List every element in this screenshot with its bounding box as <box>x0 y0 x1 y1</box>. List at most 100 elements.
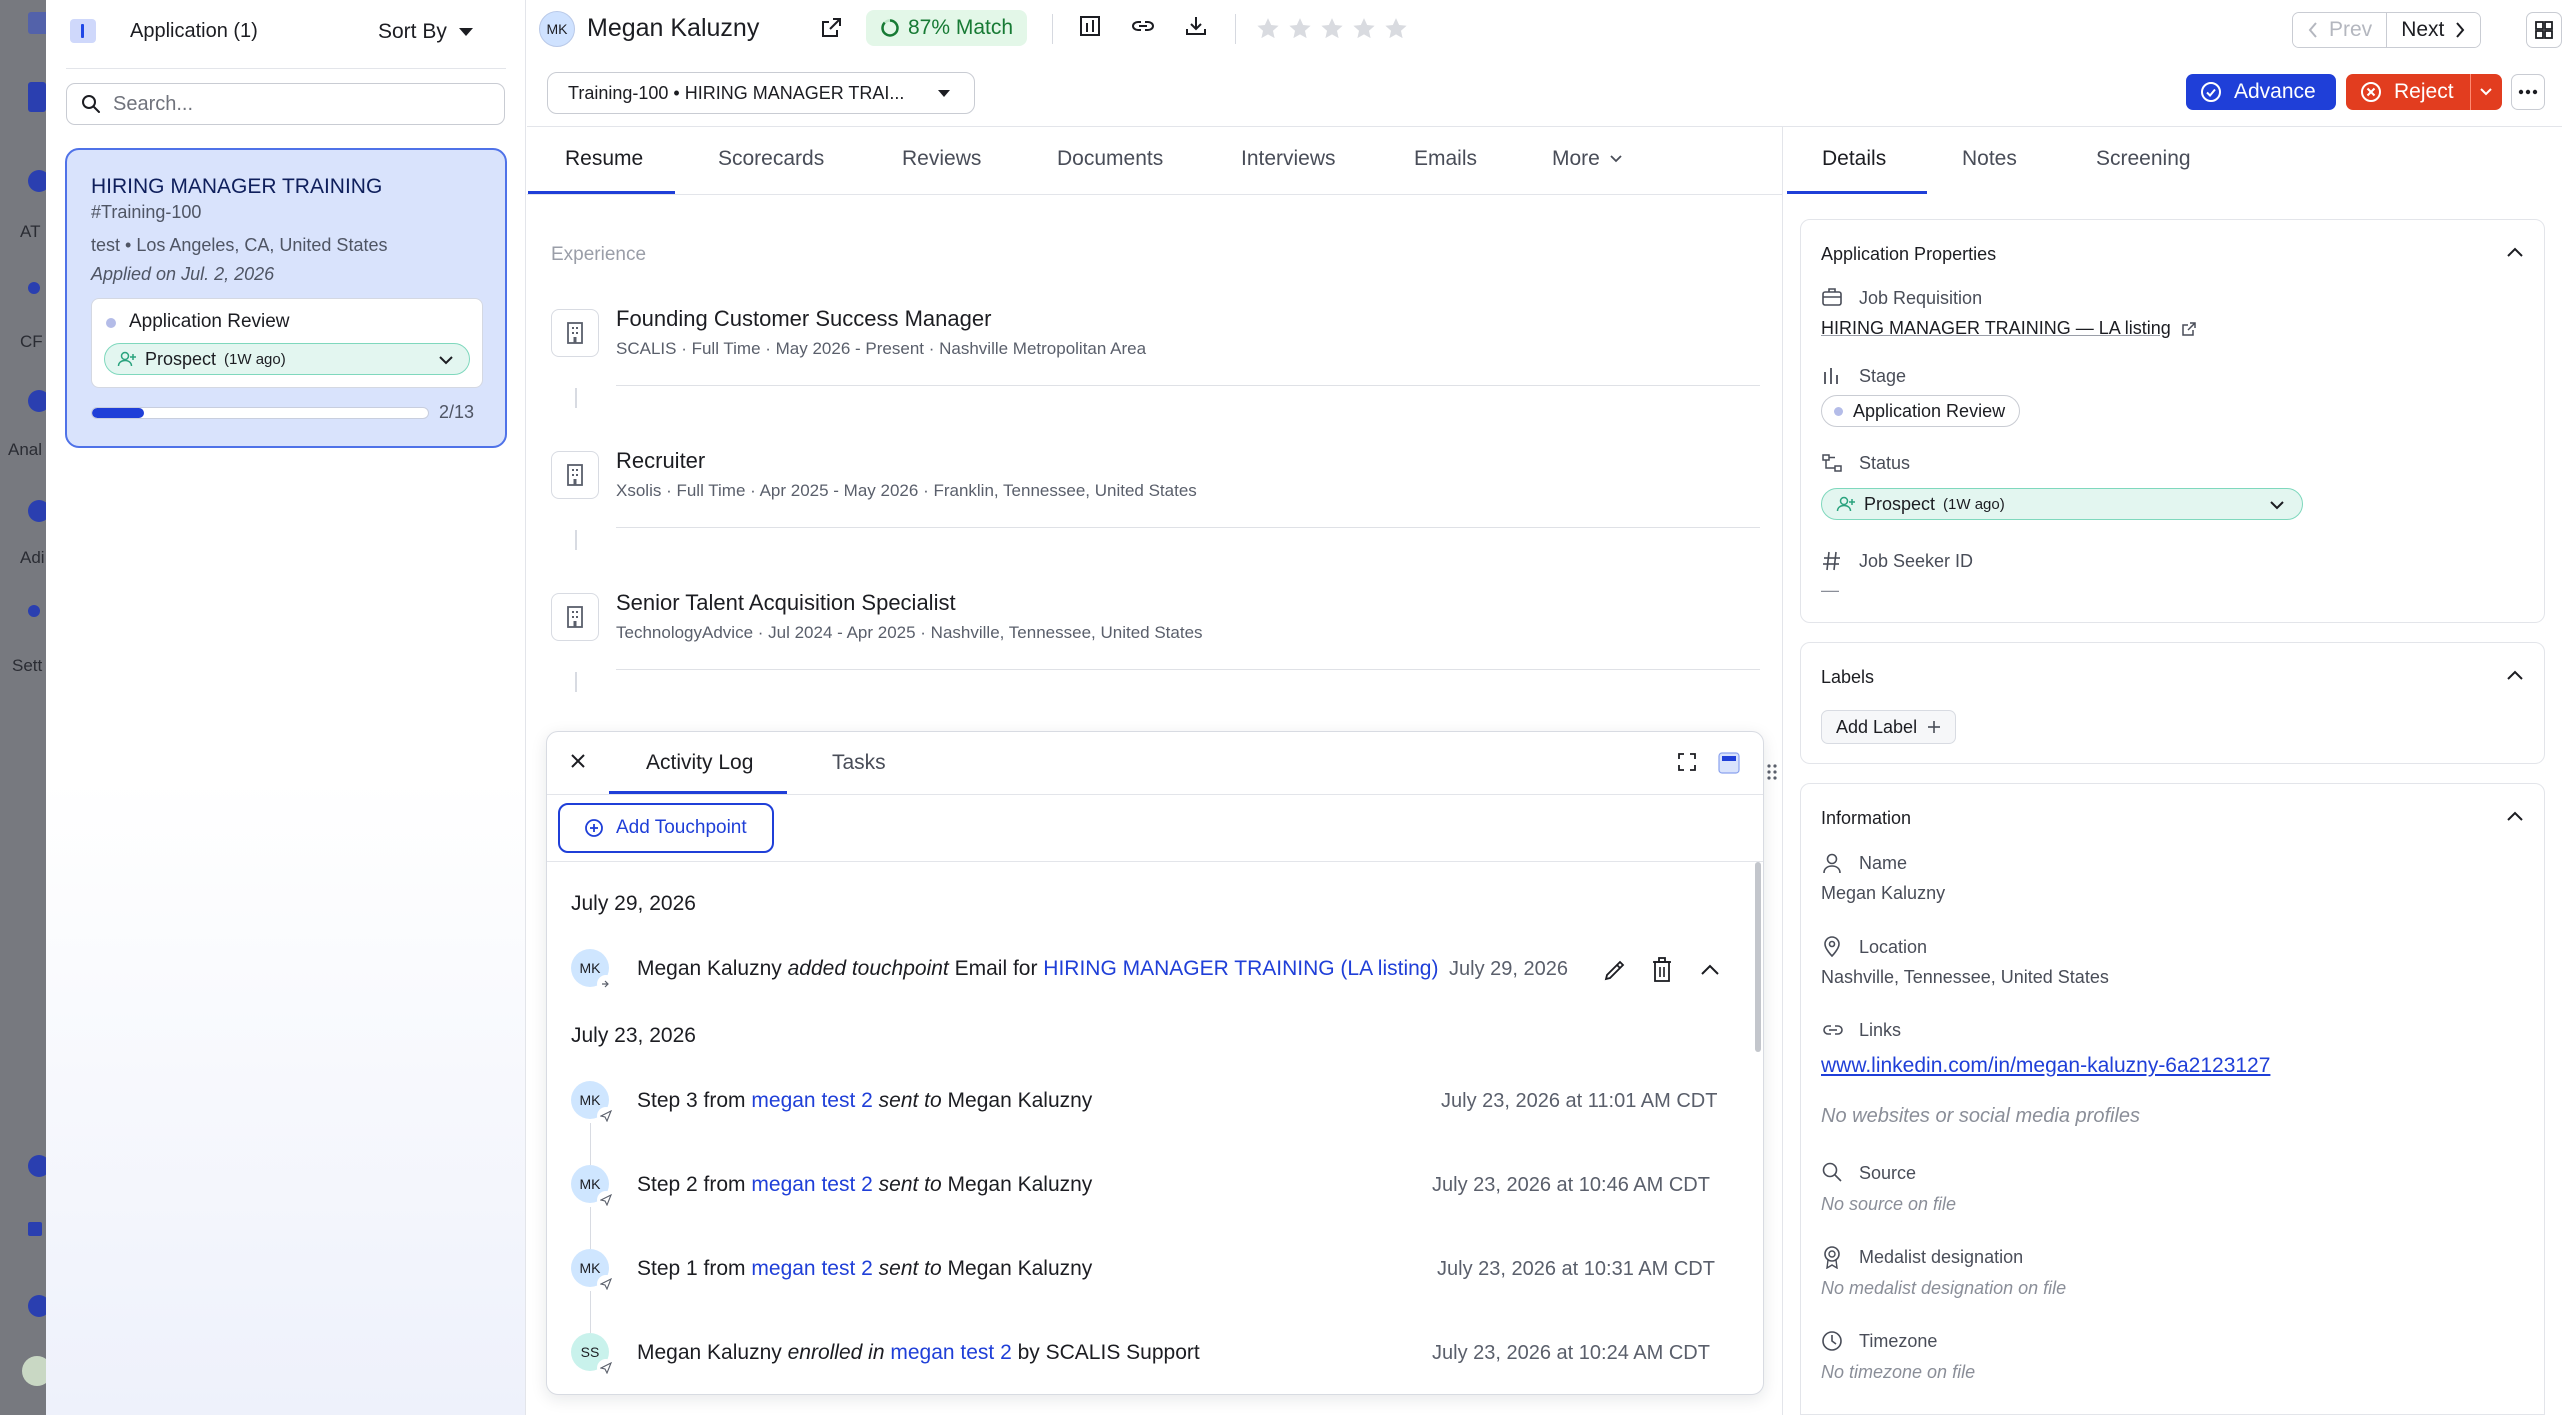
experience-heading: Experience <box>551 244 647 265</box>
entry-avatar: MK <box>571 1249 615 1293</box>
download-icon[interactable] <box>1185 15 1207 37</box>
add-label-button[interactable]: Add Label <box>1821 710 1957 744</box>
divider <box>616 385 1760 386</box>
entry-actor: Step 3 from <box>637 1089 746 1112</box>
tab-emails[interactable]: Emails <box>1414 147 1477 171</box>
activity-date-heading: July 23, 2026 <box>571 1024 696 1047</box>
job-requisition-link[interactable]: HIRING MANAGER TRAINING — LA listing <box>1821 318 2197 339</box>
chevron-up-icon[interactable] <box>2506 246 2524 258</box>
settings-icon <box>28 605 40 617</box>
stage-progress-bar <box>91 407 429 419</box>
list-icon <box>70 19 96 43</box>
entry-avatar-initials: MK <box>579 1260 601 1276</box>
external-link-icon[interactable] <box>819 16 843 40</box>
chevron-up-icon[interactable] <box>1698 960 1722 980</box>
building-icon <box>551 593 599 641</box>
experience-meta: TechnologyAdvice · Jul 2024 - Apr 2025 ·… <box>616 623 1203 642</box>
application-card[interactable]: HIRING MANAGER TRAINING #Training-100 te… <box>65 148 507 448</box>
prev-label: Prev <box>2329 18 2373 41</box>
tab-activity-log[interactable]: Activity Log <box>646 751 753 775</box>
tab-tasks[interactable]: Tasks <box>832 751 886 775</box>
entry-verb: sent to <box>878 1257 942 1280</box>
search-input[interactable] <box>113 92 473 116</box>
close-icon[interactable] <box>569 752 587 770</box>
tab-details[interactable]: Details <box>1822 147 1886 171</box>
stage-dot-icon <box>1834 406 1843 416</box>
star-icon[interactable] <box>1287 16 1313 42</box>
star-icon[interactable] <box>1255 16 1281 42</box>
activity-scrollbar[interactable] <box>1755 862 1761 1052</box>
card-job-title: HIRING MANAGER TRAINING <box>91 175 383 198</box>
tab-reviews[interactable]: Reviews <box>902 147 981 171</box>
external-link-icon <box>2181 321 2196 336</box>
reject-options-toggle[interactable] <box>2469 74 2502 110</box>
chevron-up-icon[interactable] <box>2506 810 2524 822</box>
status-dropdown[interactable]: Prospect (1W ago) <box>1821 488 2303 520</box>
tab-documents[interactable]: Documents <box>1057 147 1163 171</box>
more-actions-button[interactable] <box>2511 74 2545 110</box>
application-properties-card: Application Properties Job Requisition H… <box>1800 219 2545 623</box>
reject-main[interactable]: Reject <box>2346 74 2470 110</box>
chevron-up-icon[interactable] <box>2506 669 2524 681</box>
tab-scorecards[interactable]: Scorecards <box>718 147 824 171</box>
tab-resume[interactable]: Resume <box>565 147 643 171</box>
entry-sequence-link[interactable]: megan test 2 <box>890 1341 1011 1364</box>
chart-icon[interactable] <box>1079 15 1101 37</box>
entry-actor: Step 2 from <box>637 1173 746 1196</box>
field-label: Job Requisition <box>1859 288 1983 308</box>
trash-icon[interactable] <box>1651 957 1673 983</box>
entry-avatar-initials: SS <box>580 1344 600 1360</box>
tab-interviews[interactable]: Interviews <box>1241 147 1336 171</box>
divider <box>1782 126 1783 1415</box>
application-select[interactable]: Training-100 • HIRING MANAGER TRAI... <box>547 72 975 114</box>
stage-progress-count: 2/13 <box>439 402 475 422</box>
next-button[interactable]: Next <box>2386 13 2481 47</box>
entry-sequence-link[interactable]: megan test 2 <box>751 1257 872 1280</box>
status-value: Prospect <box>1864 493 1936 514</box>
stage-value: Application Review <box>1853 400 2006 421</box>
star-icon[interactable] <box>1319 16 1345 42</box>
expand-icon[interactable] <box>1677 752 1697 772</box>
candidate-header: MK Megan Kaluzny 87% Match Prev Next <box>527 0 2562 62</box>
add-touchpoint-button[interactable]: Add Touchpoint <box>558 803 774 853</box>
link-icon[interactable] <box>1130 15 1156 37</box>
entry-sequence-link[interactable]: megan test 2 <box>751 1173 872 1196</box>
tab-more[interactable]: More <box>1552 147 1624 171</box>
tab-notes[interactable]: Notes <box>1962 147 2017 171</box>
entry-avatar-initials: MK <box>579 1092 601 1108</box>
divider <box>66 68 506 69</box>
dock-panel-icon[interactable] <box>1718 752 1740 774</box>
add-touchpoint-label: Add Touchpoint <box>616 817 747 838</box>
entry-sequence-link[interactable]: megan test 2 <box>751 1089 872 1112</box>
send-icon <box>597 1191 615 1209</box>
grid-view-button[interactable] <box>2526 12 2562 48</box>
entry-avatar: MK <box>571 1165 615 1209</box>
card-title: Labels <box>1821 667 1875 687</box>
field-label: Name <box>1859 853 1908 873</box>
experience-meta: SCALIS · Full Time · May 2026 - Present … <box>616 339 1147 358</box>
status-dropdown[interactable]: Prospect (1W ago) <box>104 343 470 375</box>
search-icon <box>82 95 100 113</box>
star-icon[interactable] <box>1351 16 1377 42</box>
linkedin-link[interactable]: www.linkedin.com/in/megan-kaluzny-6a2123… <box>1821 1054 2270 1078</box>
tab-screening[interactable]: Screening <box>2096 147 2191 171</box>
prev-button[interactable]: Prev <box>2293 13 2387 47</box>
check-circle-icon <box>2201 82 2221 102</box>
card-applied-date: Applied on Jul. 2, 2026 <box>91 264 275 284</box>
entry-time: July 23, 2026 at 10:46 AM CDT <box>1432 1174 1710 1196</box>
advance-button[interactable]: Advance <box>2186 74 2336 110</box>
search-box[interactable] <box>66 83 505 125</box>
reject-button[interactable]: Reject <box>2346 74 2502 110</box>
rating-stars[interactable] <box>1255 16 1409 42</box>
divider <box>1235 14 1236 44</box>
chevron-left-icon <box>2308 22 2317 38</box>
location-pin-icon <box>1824 936 1840 957</box>
entry-time: July 23, 2026 at 11:01 AM CDT <box>1441 1090 1718 1112</box>
send-icon <box>597 1359 615 1377</box>
sort-by-dropdown[interactable]: Sort By <box>378 20 473 44</box>
name-value: Megan Kaluzny <box>1821 883 1946 903</box>
star-icon[interactable] <box>1383 16 1409 42</box>
entry-job-link[interactable]: HIRING MANAGER TRAINING (LA listing) <box>1043 957 1438 980</box>
pencil-icon[interactable] <box>1602 957 1628 983</box>
drag-handle-icon[interactable] <box>1766 762 1778 782</box>
